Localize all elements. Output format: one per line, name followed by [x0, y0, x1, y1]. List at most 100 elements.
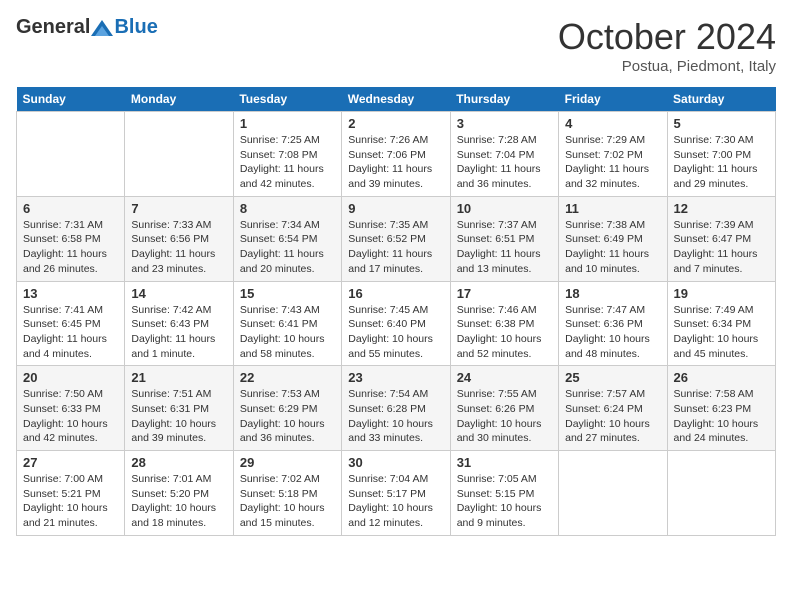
day-number: 3	[457, 116, 552, 131]
day-info: Sunrise: 7:01 AM Sunset: 5:20 PM Dayligh…	[131, 472, 226, 531]
day-cell: 2 Sunrise: 7:26 AM Sunset: 7:06 PM Daylig…	[342, 112, 450, 197]
day-info: Sunrise: 7:54 AM Sunset: 6:28 PM Dayligh…	[348, 387, 443, 446]
day-number: 10	[457, 201, 552, 216]
day-cell: 11 Sunrise: 7:38 AM Sunset: 6:49 PM Dayli…	[559, 196, 667, 281]
day-info: Sunrise: 7:00 AM Sunset: 5:21 PM Dayligh…	[23, 472, 118, 531]
logo-general-text: General	[16, 16, 90, 39]
day-cell: 14 Sunrise: 7:42 AM Sunset: 6:43 PM Dayli…	[125, 281, 233, 366]
day-info: Sunrise: 7:05 AM Sunset: 5:15 PM Dayligh…	[457, 472, 552, 531]
week-row-2: 6Sunrise: 7:31 AM Sunset: 6:58 PM Daylig…	[17, 196, 776, 281]
day-info: Sunrise: 7:04 AM Sunset: 5:17 PM Dayligh…	[348, 472, 443, 531]
calendar-title: October 2024	[558, 16, 776, 58]
day-number: 7	[131, 201, 226, 216]
day-number: 12	[674, 201, 769, 216]
day-cell: 25 Sunrise: 7:57 AM Sunset: 6:24 PM Dayli…	[559, 366, 667, 451]
week-row-3: 13Sunrise: 7:41 AM Sunset: 6:45 PM Dayli…	[17, 281, 776, 366]
header-wednesday: Wednesday	[342, 87, 450, 112]
day-info: Sunrise: 7:51 AM Sunset: 6:31 PM Dayligh…	[131, 387, 226, 446]
day-number: 15	[240, 286, 335, 301]
day-number: 8	[240, 201, 335, 216]
day-info: Sunrise: 7:25 AM Sunset: 7:08 PM Dayligh…	[240, 133, 335, 192]
day-cell: 3Sunrise: 7:28 AM Sunset: 7:04 PM Daylig…	[450, 112, 558, 197]
day-info: Sunrise: 7:34 AM Sunset: 6:54 PM Dayligh…	[240, 218, 335, 277]
header-friday: Friday	[559, 87, 667, 112]
day-number: 5	[674, 116, 769, 131]
week-row-4: 20Sunrise: 7:50 AM Sunset: 6:33 PM Dayli…	[17, 366, 776, 451]
header-tuesday: Tuesday	[233, 87, 341, 112]
day-number: 1	[240, 116, 335, 131]
day-cell: 15 Sunrise: 7:43 AM Sunset: 6:41 PM Dayli…	[233, 281, 341, 366]
day-info: Sunrise: 7:30 AM Sunset: 7:00 PM Dayligh…	[674, 133, 769, 192]
day-info: Sunrise: 7:31 AM Sunset: 6:58 PM Dayligh…	[23, 218, 118, 277]
page-header: General Blue October 2024 Postua, Piedmo…	[16, 16, 776, 75]
day-cell: 30 Sunrise: 7:04 AM Sunset: 5:17 PM Dayli…	[342, 451, 450, 536]
day-info: Sunrise: 7:33 AM Sunset: 6:56 PM Dayligh…	[131, 218, 226, 277]
day-number: 4	[565, 116, 660, 131]
day-number: 25	[565, 370, 660, 385]
day-cell: 10Sunrise: 7:37 AM Sunset: 6:51 PM Dayli…	[450, 196, 558, 281]
week-row-5: 27 Sunrise: 7:00 AM Sunset: 5:21 PM Dayli…	[17, 451, 776, 536]
day-cell: 17 Sunrise: 7:46 AM Sunset: 6:38 PM Dayli…	[450, 281, 558, 366]
day-cell: 9 Sunrise: 7:35 AM Sunset: 6:52 PM Daylig…	[342, 196, 450, 281]
week-row-1: 1 Sunrise: 7:25 AM Sunset: 7:08 PM Daylig…	[17, 112, 776, 197]
day-info: Sunrise: 7:53 AM Sunset: 6:29 PM Dayligh…	[240, 387, 335, 446]
day-cell	[17, 112, 125, 197]
day-info: Sunrise: 7:49 AM Sunset: 6:34 PM Dayligh…	[674, 303, 769, 362]
day-number: 20	[23, 370, 118, 385]
day-cell: 27 Sunrise: 7:00 AM Sunset: 5:21 PM Dayli…	[17, 451, 125, 536]
day-info: Sunrise: 7:42 AM Sunset: 6:43 PM Dayligh…	[131, 303, 226, 362]
day-info: Sunrise: 7:38 AM Sunset: 6:49 PM Dayligh…	[565, 218, 660, 277]
day-number: 30	[348, 455, 443, 470]
header-sunday: Sunday	[17, 87, 125, 112]
day-cell: 31 Sunrise: 7:05 AM Sunset: 5:15 PM Dayli…	[450, 451, 558, 536]
calendar-subtitle: Postua, Piedmont, Italy	[558, 58, 776, 75]
day-cell: 12Sunrise: 7:39 AM Sunset: 6:47 PM Dayli…	[667, 196, 775, 281]
day-number: 23	[348, 370, 443, 385]
day-number: 27	[23, 455, 118, 470]
day-number: 11	[565, 201, 660, 216]
day-number: 28	[131, 455, 226, 470]
day-cell	[667, 451, 775, 536]
day-cell: 20Sunrise: 7:50 AM Sunset: 6:33 PM Dayli…	[17, 366, 125, 451]
logo: General Blue	[16, 16, 158, 39]
day-info: Sunrise: 7:41 AM Sunset: 6:45 PM Dayligh…	[23, 303, 118, 362]
day-info: Sunrise: 7:57 AM Sunset: 6:24 PM Dayligh…	[565, 387, 660, 446]
day-info: Sunrise: 7:02 AM Sunset: 5:18 PM Dayligh…	[240, 472, 335, 531]
day-cell: 7 Sunrise: 7:33 AM Sunset: 6:56 PM Daylig…	[125, 196, 233, 281]
day-number: 31	[457, 455, 552, 470]
day-info: Sunrise: 7:45 AM Sunset: 6:40 PM Dayligh…	[348, 303, 443, 362]
day-cell: 19 Sunrise: 7:49 AM Sunset: 6:34 PM Dayli…	[667, 281, 775, 366]
day-number: 26	[674, 370, 769, 385]
logo-icon	[91, 20, 113, 36]
day-cell: 26 Sunrise: 7:58 AM Sunset: 6:23 PM Dayli…	[667, 366, 775, 451]
day-cell: 29 Sunrise: 7:02 AM Sunset: 5:18 PM Dayli…	[233, 451, 341, 536]
header-thursday: Thursday	[450, 87, 558, 112]
day-cell: 23 Sunrise: 7:54 AM Sunset: 6:28 PM Dayli…	[342, 366, 450, 451]
day-cell: 5 Sunrise: 7:30 AM Sunset: 7:00 PM Daylig…	[667, 112, 775, 197]
title-block: October 2024 Postua, Piedmont, Italy	[558, 16, 776, 75]
day-cell: 21Sunrise: 7:51 AM Sunset: 6:31 PM Dayli…	[125, 366, 233, 451]
day-number: 2	[348, 116, 443, 131]
day-info: Sunrise: 7:26 AM Sunset: 7:06 PM Dayligh…	[348, 133, 443, 192]
day-info: Sunrise: 7:58 AM Sunset: 6:23 PM Dayligh…	[674, 387, 769, 446]
day-number: 17	[457, 286, 552, 301]
header-saturday: Saturday	[667, 87, 775, 112]
day-cell: 8 Sunrise: 7:34 AM Sunset: 6:54 PM Daylig…	[233, 196, 341, 281]
day-number: 9	[348, 201, 443, 216]
day-info: Sunrise: 7:46 AM Sunset: 6:38 PM Dayligh…	[457, 303, 552, 362]
day-cell: 1 Sunrise: 7:25 AM Sunset: 7:08 PM Daylig…	[233, 112, 341, 197]
day-cell: 16 Sunrise: 7:45 AM Sunset: 6:40 PM Dayli…	[342, 281, 450, 366]
day-cell: 28 Sunrise: 7:01 AM Sunset: 5:20 PM Dayli…	[125, 451, 233, 536]
day-header-row: Sunday Monday Tuesday Wednesday Thursday…	[17, 87, 776, 112]
header-monday: Monday	[125, 87, 233, 112]
day-info: Sunrise: 7:55 AM Sunset: 6:26 PM Dayligh…	[457, 387, 552, 446]
day-number: 14	[131, 286, 226, 301]
day-number: 29	[240, 455, 335, 470]
day-number: 19	[674, 286, 769, 301]
day-number: 18	[565, 286, 660, 301]
day-info: Sunrise: 7:35 AM Sunset: 6:52 PM Dayligh…	[348, 218, 443, 277]
day-info: Sunrise: 7:47 AM Sunset: 6:36 PM Dayligh…	[565, 303, 660, 362]
day-info: Sunrise: 7:43 AM Sunset: 6:41 PM Dayligh…	[240, 303, 335, 362]
day-number: 16	[348, 286, 443, 301]
day-cell: 6Sunrise: 7:31 AM Sunset: 6:58 PM Daylig…	[17, 196, 125, 281]
